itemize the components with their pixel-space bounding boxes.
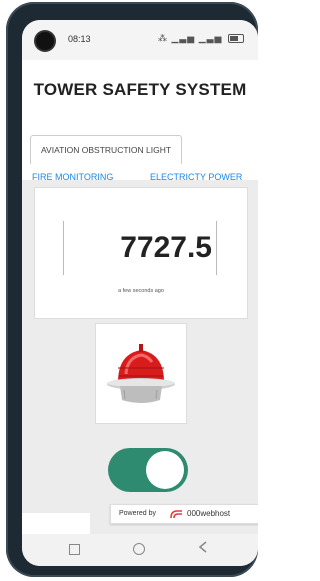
- light-toggle-switch[interactable]: [108, 448, 188, 492]
- signal-icon: ⁂ ▁▃▅ ▁▃▅: [157, 33, 223, 43]
- bottom-strip: [22, 513, 90, 535]
- tab-aviation-obstruction-light[interactable]: AVIATION OBSTRUCTION LIGHT: [30, 135, 183, 164]
- screen: 08:13 ⁂ ▁▃▅ ▁▃▅ TOWER SAFETY SYSTEM AVIA…: [22, 20, 258, 566]
- status-time: 08:13: [68, 34, 91, 44]
- phone-frame: 08:13 ⁂ ▁▃▅ ▁▃▅ TOWER SAFETY SYSTEM AVIA…: [6, 2, 258, 577]
- battery-icon: [228, 34, 244, 44]
- status-bar: 08:13 ⁂ ▁▃▅ ▁▃▅: [22, 20, 258, 60]
- meter-display: 7727.5: [63, 221, 217, 275]
- app-header: TOWER SAFETY SYSTEM: [22, 60, 258, 121]
- reading-value: 7727.5: [120, 231, 212, 264]
- recent-apps-icon[interactable]: [69, 544, 80, 555]
- webhost-logo-icon: [170, 510, 182, 519]
- webhost-label: 000webhost: [187, 509, 231, 518]
- toggle-knob[interactable]: [146, 451, 184, 489]
- front-camera-icon: [36, 32, 54, 50]
- obstruction-light-icon: [107, 344, 175, 403]
- last-updated: a few seconds ago: [118, 288, 164, 294]
- reading-card: 7727.5 a few seconds ago: [34, 187, 248, 319]
- system-nav-bar: [22, 534, 258, 566]
- powered-by-label: Powered by: [119, 510, 156, 517]
- beacon-image: [95, 323, 187, 424]
- status-icons: ⁂ ▁▃▅ ▁▃▅: [158, 33, 244, 44]
- tab-electricity-power[interactable]: ELECTRICTY POWER: [150, 172, 242, 182]
- back-icon[interactable]: [198, 541, 208, 553]
- tab-bar: AVIATION OBSTRUCTION LIGHT FIRE MONITORI…: [22, 120, 258, 182]
- page-title: TOWER SAFETY SYSTEM: [33, 80, 247, 99]
- tab-fire-monitoring[interactable]: FIRE MONITORING: [32, 172, 113, 182]
- home-icon[interactable]: [133, 543, 145, 555]
- powered-by-badge[interactable]: Powered by 000webhost: [110, 504, 258, 524]
